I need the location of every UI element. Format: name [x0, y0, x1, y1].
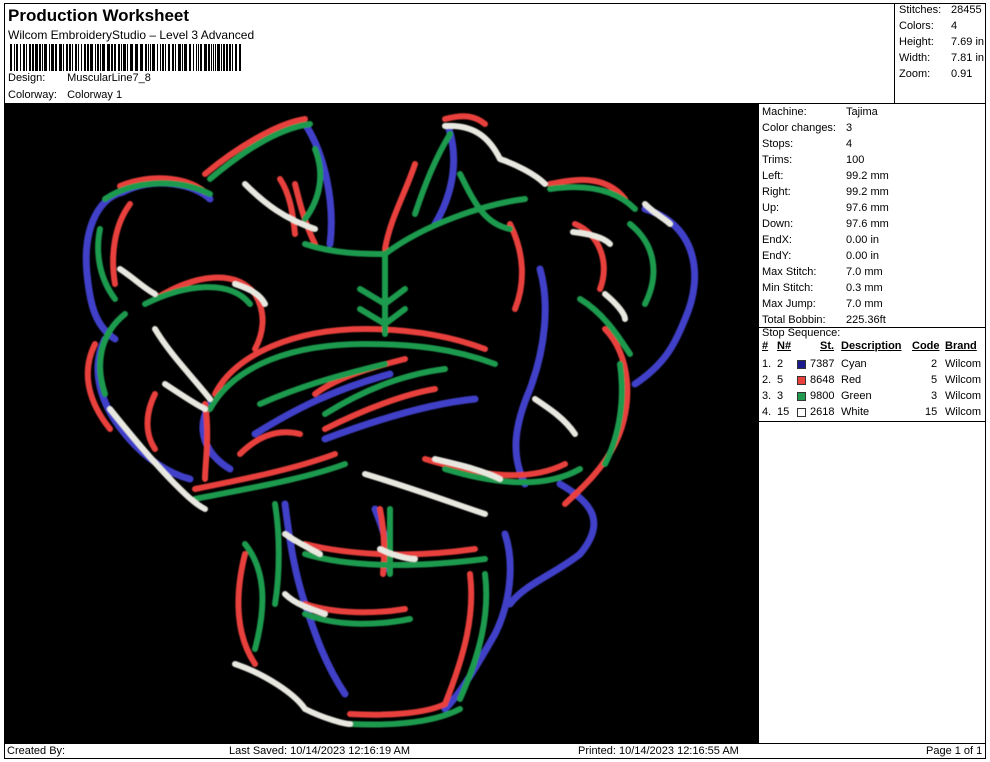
worksheet-header: Production Worksheet Wilcom EmbroiderySt… — [4, 3, 894, 103]
design-label: Design: — [8, 72, 46, 84]
barcode — [10, 44, 241, 71]
info-right: Right: 99.2 mm — [762, 186, 889, 198]
design-row: Design: MuscularLine7_8 — [8, 72, 151, 84]
colorway-label: Colorway: — [8, 89, 57, 101]
worksheet-footer: Created By: Last Saved: 10/14/2023 12:16… — [4, 743, 986, 759]
color-swatch — [797, 392, 806, 401]
stat-zoom: Zoom: 0.91 — [899, 68, 973, 80]
design-value: MuscularLine7_8 — [67, 72, 151, 84]
info-color-changes: Color changes: 3 — [762, 122, 853, 134]
printed-date: Printed: 10/14/2023 12:16:55 AM — [578, 745, 739, 757]
stats-box: Stitches: 28455 Colors: 4 Height: 7.69 in W… — [894, 3, 986, 103]
info-stops: Stops: 4 — [762, 138, 853, 150]
stat-width: Width: 7.81 in — [899, 52, 985, 64]
stop-row: 1. 2 7387 Cyan 2 Wilcom — [762, 358, 982, 370]
colorway-row: Colorway: Colorway 1 — [8, 89, 122, 101]
info-max-stitch: Max Stitch: 7.0 mm — [762, 266, 883, 278]
page-title: Production Worksheet — [8, 6, 190, 25]
embroidery-design-preview — [82, 113, 699, 728]
color-swatch — [797, 376, 806, 385]
page-number: Page 1 of 1 — [926, 745, 983, 757]
info-endx: EndX: 0.00 in — [762, 234, 880, 246]
stat-height: Height: 7.69 in — [899, 36, 985, 48]
info-max-jump: Max Jump: 7.0 mm — [762, 298, 883, 310]
stop-row: 4. 15 2618 White 15 Wilcom — [762, 406, 982, 418]
colorway-value: Colorway 1 — [67, 89, 123, 101]
last-saved: Last Saved: 10/14/2023 12:16:19 AM — [229, 745, 411, 757]
info-trims: Trims: 100 — [762, 154, 865, 166]
white-thread-layer — [107, 122, 673, 727]
info-endy: EndY: 0.00 in — [762, 250, 880, 262]
stop-sequence-header: # N# St. Description Code Brand — [762, 340, 977, 352]
info-up: Up: 97.6 mm — [762, 202, 889, 214]
design-canvas — [5, 104, 758, 743]
info-machine: Machine: Tajima — [762, 106, 878, 118]
color-swatch — [797, 408, 806, 417]
info-down: Down: 97.6 mm — [762, 218, 889, 230]
created-by: Created By: — [7, 745, 66, 757]
stat-stitches: Stitches: 28455 — [899, 4, 982, 16]
stop-sequence-bottom-divider — [759, 421, 986, 422]
stat-colors: Colors: 4 — [899, 20, 958, 32]
machine-info-panel: Machine: Tajima Color changes: 3 Stops: 4 T… — [759, 104, 986, 743]
software-subtitle: Wilcom EmbroideryStudio – Level 3 Advanc… — [8, 28, 255, 42]
stop-row: 3. 3 9800 Green 3 Wilcom — [762, 390, 982, 402]
info-left: Left: 99.2 mm — [762, 170, 889, 182]
color-swatch — [797, 360, 806, 369]
stop-row: 2. 5 8648 Red 5 Wilcom — [762, 374, 982, 386]
info-min-stitch: Min Stitch: 0.3 mm — [762, 282, 883, 294]
